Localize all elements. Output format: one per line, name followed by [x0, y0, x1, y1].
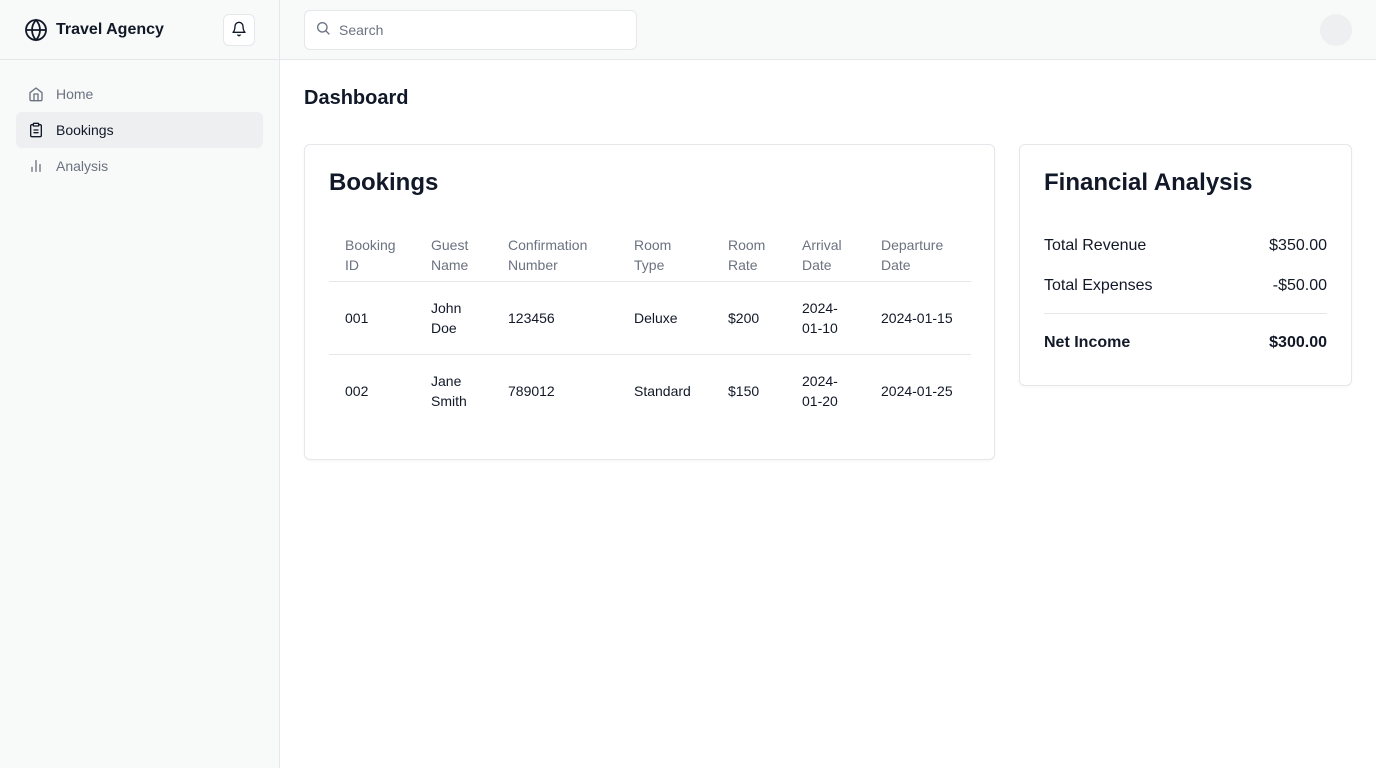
cell-departure-date: 2024-01-25: [865, 354, 971, 428]
sidebar: Travel Agency Home Bookings Analysis: [0, 0, 280, 768]
globe-icon: [24, 18, 48, 42]
search-icon: [315, 20, 331, 41]
divider: [1044, 313, 1327, 314]
bell-icon: [231, 21, 247, 40]
cell-room-type: Standard: [618, 354, 712, 428]
total-revenue-row: Total Revenue $350.00: [1044, 237, 1327, 255]
net-income-value: $300.00: [1269, 334, 1327, 351]
brand-name[interactable]: Travel Agency: [56, 21, 164, 39]
column-header-room-rate[interactable]: Room Rate: [712, 235, 786, 282]
total-expenses-value: -$50.00: [1272, 277, 1327, 294]
bookings-table: Booking ID Guest Name Confirmation Numbe…: [329, 235, 971, 428]
clipboard-icon: [28, 122, 44, 138]
total-revenue-value: $350.00: [1269, 237, 1327, 254]
sidebar-nav: Home Bookings Analysis: [0, 60, 279, 200]
cell-guest-name: John Doe: [431, 300, 462, 336]
total-expenses-row: Total Expenses -$50.00: [1044, 277, 1327, 295]
total-expenses-label: Total Expenses: [1044, 277, 1153, 294]
cell-booking-id: 002: [329, 354, 415, 428]
search-box[interactable]: [304, 10, 637, 50]
sidebar-item-label: Analysis: [56, 158, 109, 174]
cell-confirmation-number: 789012: [492, 354, 618, 428]
cell-arrival-date: 2024-01-20: [786, 354, 865, 428]
top-bar: [280, 0, 1376, 60]
cell-booking-id: 001: [345, 310, 369, 326]
sidebar-item-label: Bookings: [56, 122, 114, 138]
table-row[interactable]: 001 John Doe 123456 Deluxe $200 2024-01-…: [329, 282, 971, 355]
financial-analysis-card: Financial Analysis Total Revenue $350.00…: [1019, 144, 1352, 386]
column-header-departure-date[interactable]: Departure Date: [865, 235, 971, 282]
home-icon: [28, 86, 44, 102]
bookings-title: Bookings: [329, 169, 439, 196]
financial-analysis-title: Financial Analysis: [1044, 169, 1253, 196]
cell-guest-name: Jane Smith: [415, 354, 492, 428]
cell-confirmation-number: 123456: [508, 310, 555, 326]
sidebar-item-analysis[interactable]: Analysis: [16, 148, 263, 184]
column-header-booking-id[interactable]: Booking ID: [329, 235, 415, 282]
net-income-row: Net Income $300.00: [1044, 334, 1327, 352]
cell-room-type: Deluxe: [634, 310, 678, 326]
notifications-button[interactable]: [223, 14, 255, 46]
main-content: Dashboard Bookings Booking ID Guest Name…: [304, 60, 1352, 460]
table-header-row: Booking ID Guest Name Confirmation Numbe…: [329, 235, 971, 282]
sidebar-item-home[interactable]: Home: [16, 76, 263, 112]
sidebar-item-bookings[interactable]: Bookings: [16, 112, 263, 148]
search-input[interactable]: [339, 22, 619, 38]
sidebar-item-label: Home: [56, 86, 94, 102]
net-income-label: Net Income: [1044, 334, 1131, 351]
cell-room-rate: $200: [728, 310, 760, 326]
cell-arrival-date: 2024-01-10: [802, 300, 838, 336]
avatar[interactable]: [1320, 14, 1352, 46]
total-revenue-label: Total Revenue: [1044, 237, 1147, 254]
cell-departure-date: 2024-01-15: [881, 310, 953, 326]
page-title: Dashboard: [304, 87, 409, 109]
column-header-guest-name[interactable]: Guest Name: [415, 235, 492, 282]
brand-header: Travel Agency: [0, 0, 279, 60]
bar-chart-icon: [28, 158, 44, 174]
column-header-confirmation-number[interactable]: Confirmation Number: [492, 235, 618, 282]
column-header-room-type[interactable]: Room Type: [618, 235, 712, 282]
column-header-arrival-date[interactable]: Arrival Date: [786, 235, 865, 282]
bookings-card: Bookings Booking ID Guest Name Confirmat…: [304, 144, 995, 460]
table-row[interactable]: 002 Jane Smith 789012 Standard $150 2024…: [329, 354, 971, 428]
cell-room-rate: $150: [712, 354, 786, 428]
